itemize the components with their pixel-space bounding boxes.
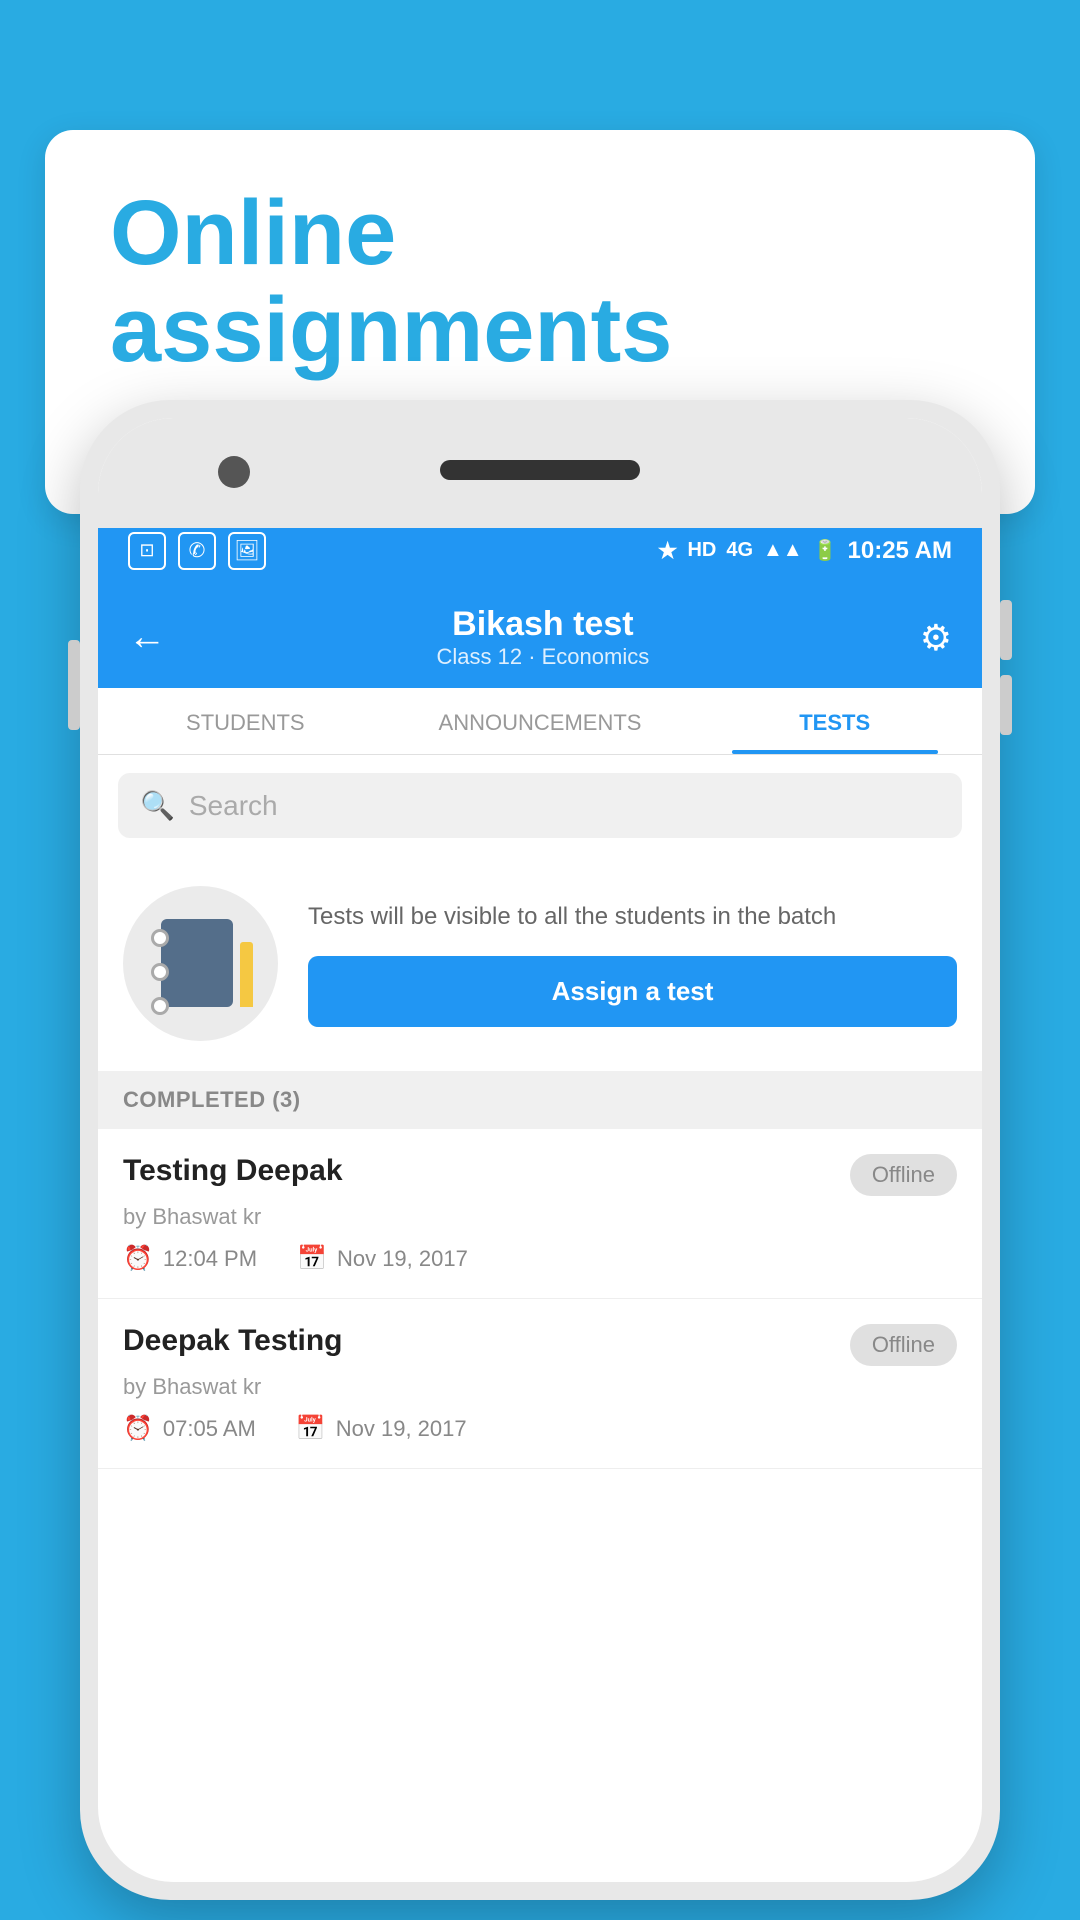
test-meta-2: ⏰ 07:05 AM 📅 Nov 19, 2017 bbox=[123, 1414, 957, 1443]
calendar-icon-1: 📅 bbox=[297, 1244, 327, 1273]
search-placeholder: Search bbox=[189, 790, 278, 822]
power-button bbox=[68, 640, 80, 730]
phone-screen: ⊡ ✆ 🖼 ★ HD 4G ▲▲ 🔋 10:25 AM bbox=[98, 518, 982, 1882]
app-bar-subtitle: Class 12 · Economics bbox=[436, 644, 649, 670]
app-bar-center: Bikash test Class 12 · Economics bbox=[436, 605, 649, 670]
assign-test-button[interactable]: Assign a test bbox=[308, 956, 957, 1027]
tab-tests[interactable]: TESTS bbox=[687, 688, 982, 754]
clock-icon-1: ⏰ bbox=[123, 1244, 153, 1273]
image-icon: 🖼 bbox=[228, 532, 266, 570]
test-meta-1: ⏰ 12:04 PM 📅 Nov 19, 2017 bbox=[123, 1244, 957, 1273]
assign-section: Tests will be visible to all the student… bbox=[98, 856, 982, 1071]
signal-icon: ▲▲ bbox=[763, 539, 803, 562]
hero-title: Online assignments bbox=[110, 185, 970, 378]
test-name-2: Deepak Testing bbox=[123, 1324, 343, 1358]
volume-down-button bbox=[1000, 675, 1012, 735]
assign-right: Tests will be visible to all the student… bbox=[308, 900, 957, 1027]
offline-badge-1: Offline bbox=[850, 1154, 957, 1196]
volume-up-button bbox=[1000, 600, 1012, 660]
status-icons-left: ⊡ ✆ 🖼 bbox=[128, 532, 266, 570]
test-icon-circle bbox=[123, 886, 278, 1041]
test-time-2: ⏰ 07:05 AM bbox=[123, 1414, 256, 1443]
test-date-2: 📅 Nov 19, 2017 bbox=[296, 1414, 467, 1443]
status-icons-right: ★ HD 4G ▲▲ 🔋 10:25 AM bbox=[658, 537, 952, 565]
test-author-1: by Bhaswat kr bbox=[123, 1204, 957, 1230]
camera-dot bbox=[218, 456, 250, 488]
app-bar: ← Bikash test Class 12 · Economics ⚙ bbox=[98, 583, 982, 688]
test-item-header-2: Deepak Testing Offline bbox=[123, 1324, 957, 1366]
search-bar[interactable]: 🔍 Search bbox=[118, 773, 962, 838]
tab-students[interactable]: STUDENTS bbox=[98, 688, 393, 754]
test-item-header: Testing Deepak Offline bbox=[123, 1154, 957, 1196]
test-date-1: 📅 Nov 19, 2017 bbox=[297, 1244, 468, 1273]
battery-icon: 🔋 bbox=[813, 538, 838, 563]
status-time: 10:25 AM bbox=[848, 537, 952, 565]
test-item[interactable]: Testing Deepak Offline by Bhaswat kr ⏰ 1… bbox=[98, 1129, 982, 1299]
network-label: 4G bbox=[726, 539, 753, 562]
phone-camera-area bbox=[98, 418, 982, 528]
back-button[interactable]: ← bbox=[128, 616, 166, 659]
completed-label: COMPLETED (3) bbox=[123, 1087, 301, 1112]
search-icon: 🔍 bbox=[140, 789, 175, 822]
calendar-icon-2: 📅 bbox=[296, 1414, 326, 1443]
tab-announcements[interactable]: ANNOUNCEMENTS bbox=[393, 688, 688, 754]
notification-icon: ⊡ bbox=[128, 532, 166, 570]
completed-header: COMPLETED (3) bbox=[98, 1071, 982, 1129]
app-bar-title: Bikash test bbox=[436, 605, 649, 644]
test-author-2: by Bhaswat kr bbox=[123, 1374, 957, 1400]
hd-label: HD bbox=[687, 539, 716, 562]
search-bar-container: 🔍 Search bbox=[98, 755, 982, 856]
offline-badge-2: Offline bbox=[850, 1324, 957, 1366]
whatsapp-icon: ✆ bbox=[178, 532, 216, 570]
test-item-2[interactable]: Deepak Testing Offline by Bhaswat kr ⏰ 0… bbox=[98, 1299, 982, 1469]
phone-inner: ⊡ ✆ 🖼 ★ HD 4G ▲▲ 🔋 10:25 AM bbox=[98, 418, 982, 1882]
phone-mockup: ⊡ ✆ 🖼 ★ HD 4G ▲▲ 🔋 10:25 AM bbox=[80, 400, 1000, 1900]
bluetooth-icon: ★ bbox=[658, 538, 678, 564]
assign-desc: Tests will be visible to all the student… bbox=[308, 900, 957, 934]
test-name-1: Testing Deepak bbox=[123, 1154, 343, 1188]
test-icon-inner bbox=[161, 919, 241, 1009]
settings-icon[interactable]: ⚙ bbox=[920, 617, 952, 659]
tab-bar: STUDENTS ANNOUNCEMENTS TESTS bbox=[98, 688, 982, 755]
clock-icon-2: ⏰ bbox=[123, 1414, 153, 1443]
speaker-bar bbox=[440, 460, 640, 480]
test-time-1: ⏰ 12:04 PM bbox=[123, 1244, 257, 1273]
